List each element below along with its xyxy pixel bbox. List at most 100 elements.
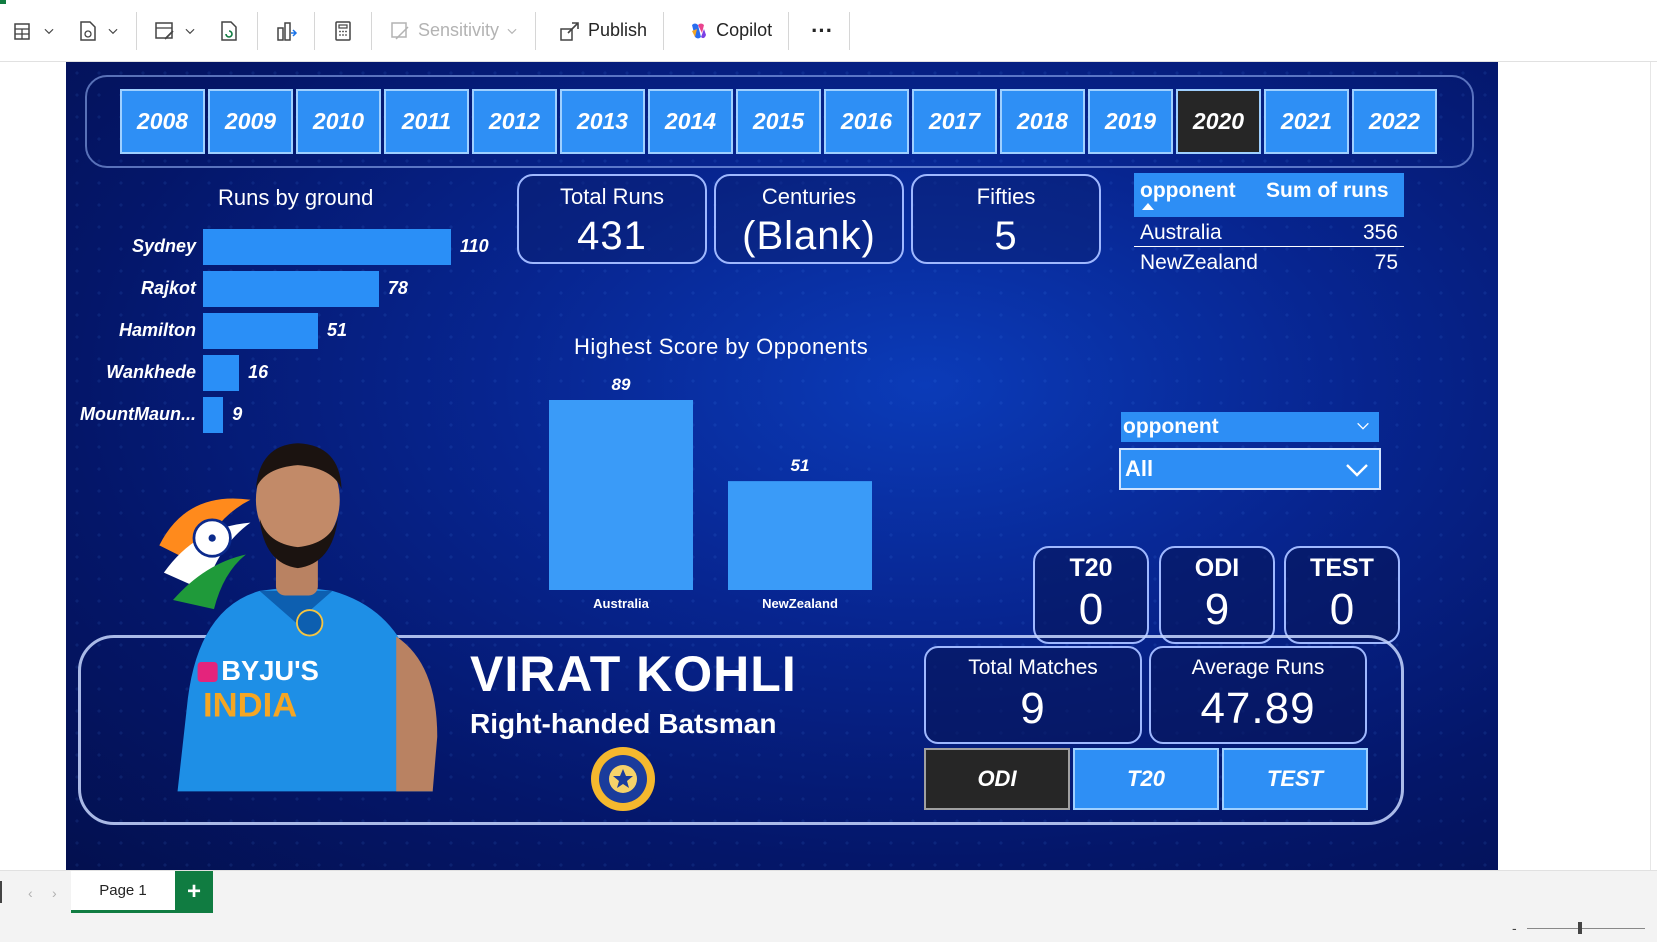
player-role: Right-handed Batsman [470, 708, 777, 739]
year-button[interactable]: 2016 [824, 89, 909, 154]
prev-page-icon[interactable]: ‹ [28, 885, 33, 901]
sensitivity-button[interactable]: Sensitivity [378, 11, 529, 51]
ground-bar[interactable] [203, 271, 379, 307]
column-header-opponent[interactable]: opponent [1134, 173, 1262, 217]
runs-cell: 75 [1374, 251, 1398, 274]
format-button[interactable] [143, 11, 207, 51]
calculator-icon [335, 20, 351, 41]
format-button-odi[interactable]: ODI [924, 748, 1070, 810]
year-button[interactable]: 2013 [560, 89, 645, 154]
separator [136, 11, 137, 50]
ground-label: MountMaun... [80, 404, 196, 424]
export-button[interactable] [264, 11, 308, 51]
ground-bar[interactable] [203, 229, 451, 265]
paste-table-button[interactable] [2, 11, 66, 51]
year-button[interactable]: 2017 [912, 89, 997, 154]
zoom-out-icon[interactable]: - [1512, 920, 1517, 936]
year-button[interactable]: 2008 [120, 89, 205, 154]
total-runs-card: Total Runs 431 [517, 174, 707, 264]
export-icon [277, 21, 298, 41]
jersey-sponsor-text: BYJU'S [221, 655, 319, 686]
centuries-value: (Blank) [742, 214, 876, 258]
odi-count-card: ODI 9 [1159, 546, 1275, 644]
year-button[interactable]: 2010 [296, 89, 381, 154]
opponent-slicer-header: opponent [1121, 412, 1379, 442]
separator [257, 11, 258, 50]
refresh-document-icon [221, 20, 237, 41]
year-button[interactable]: 2012 [472, 89, 557, 154]
chevron-down-icon [108, 28, 118, 34]
more-options-button[interactable]: ··· [801, 11, 843, 51]
fifties-card: Fifties 5 [911, 174, 1101, 264]
publish-label: Publish [588, 20, 648, 40]
opponent-slicer-label: opponent [1123, 415, 1219, 438]
opponent-cell: NewZealand [1140, 251, 1258, 274]
odi-value: 9 [1204, 585, 1230, 634]
year-button[interactable]: 2009 [208, 89, 293, 154]
year-button[interactable]: 2011 [384, 89, 469, 154]
calculator-button[interactable] [321, 11, 365, 51]
total-matches-title: Total Matches [968, 656, 1098, 679]
jersey-india-text: INDIA [203, 687, 297, 725]
opponent-runs-table: opponent Sum of runs Australia 356 NewZe… [1134, 173, 1404, 277]
page-tabs-bar: ‹ › Page 1 + [0, 870, 1657, 916]
odi-title: ODI [1194, 554, 1240, 582]
average-runs-value: 47.89 [1200, 684, 1316, 733]
ground-bar[interactable] [203, 313, 318, 349]
table-row[interactable]: Australia 356 [1134, 217, 1404, 247]
refresh-button[interactable] [207, 11, 251, 51]
zoom-slider-thumb[interactable] [1578, 922, 1582, 934]
column-header-sum-of-runs[interactable]: Sum of runs [1262, 173, 1404, 217]
total-matches-card: Total Matches 9 [924, 646, 1142, 744]
sensitivity-icon [391, 21, 409, 40]
table-row[interactable]: NewZealand 75 [1134, 247, 1404, 277]
chevron-down-icon [507, 28, 517, 34]
average-runs-title: Average Runs [1191, 656, 1325, 679]
total-matches-value: 9 [1020, 684, 1046, 733]
player-photo: BYJU'S INDIA [159, 443, 438, 792]
document-icon [80, 20, 96, 41]
highest-score-chart-title: Highest Score by Opponents [574, 334, 869, 359]
publish-icon [560, 21, 579, 41]
year-button[interactable]: 2014 [648, 89, 733, 154]
year-button[interactable]: 2015 [736, 89, 821, 154]
test-count-card: TEST 0 [1284, 546, 1400, 644]
tab-page-1[interactable]: Page 1 [71, 871, 175, 913]
chevron-down-icon[interactable] [1355, 418, 1371, 434]
average-runs-card: Average Runs 47.89 [1149, 646, 1367, 744]
year-button[interactable]: 2022 [1352, 89, 1437, 154]
copilot-button[interactable]: Copilot [676, 11, 782, 51]
year-button-selected[interactable]: 2020 [1176, 89, 1261, 154]
next-page-icon[interactable]: › [52, 885, 57, 901]
format-button-test[interactable]: TEST [1222, 748, 1368, 810]
scrollbar[interactable] [1650, 62, 1651, 870]
runs-by-ground-title: Runs by ground [218, 185, 374, 210]
format-button-t20[interactable]: T20 [1073, 748, 1219, 810]
zoom-slider[interactable] [1527, 928, 1645, 929]
opponent-slicer-dropdown[interactable]: All [1119, 448, 1381, 490]
score-bar[interactable] [728, 481, 872, 590]
score-value-label: 51 [791, 456, 810, 475]
fifties-value: 5 [994, 214, 1018, 258]
x-tick-label: Australia [593, 596, 649, 611]
sensitivity-label: Sensitivity [418, 20, 500, 40]
column-header-label: Sum of runs [1266, 179, 1389, 202]
format-icon [155, 21, 174, 40]
format-filter-buttons: ODI T20 TEST [924, 748, 1368, 810]
score-bar[interactable] [549, 400, 693, 590]
total-runs-value: 431 [577, 214, 647, 258]
add-page-button[interactable]: + [175, 871, 213, 913]
ground-label: Wankhede [106, 362, 196, 382]
ground-label: Sydney [131, 236, 196, 256]
year-button[interactable]: 2018 [1000, 89, 1085, 154]
ground-bar[interactable] [203, 397, 224, 433]
year-button[interactable]: 2019 [1088, 89, 1173, 154]
chevron-down-icon [185, 28, 195, 34]
t20-count-card: T20 0 [1033, 546, 1149, 644]
table-icon [14, 22, 30, 40]
ground-bar[interactable] [203, 355, 240, 391]
chevron-down-icon [44, 28, 54, 34]
new-document-button[interactable] [66, 11, 130, 51]
year-button[interactable]: 2021 [1264, 89, 1349, 154]
publish-button[interactable]: Publish [548, 11, 657, 51]
